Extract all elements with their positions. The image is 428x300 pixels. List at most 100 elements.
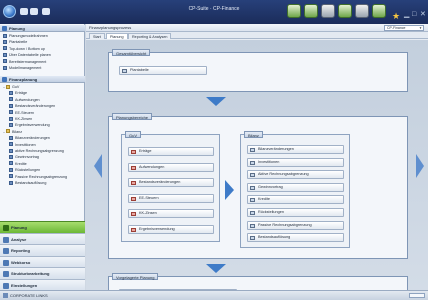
flow-arrow-down-2 bbox=[206, 264, 226, 273]
tree-item[interactable]: Gewinnvortrag bbox=[9, 154, 89, 160]
nav-button-reporting[interactable]: Reporting bbox=[0, 244, 85, 256]
toolbar-settings-icon[interactable] bbox=[321, 4, 335, 18]
toolbar-green-icon-1[interactable] bbox=[287, 4, 301, 18]
tree-item[interactable]: Passive Rechnungsabgrenzung bbox=[9, 174, 89, 180]
bilanz-item-button[interactable]: Bilanzveränderungen bbox=[247, 145, 344, 154]
folder-icon bbox=[6, 84, 10, 89]
process-header: Finanzplanungsprozess CP-Finance ▼ bbox=[86, 24, 428, 32]
bilanz-item-button[interactable]: Rückstellungen bbox=[247, 208, 344, 217]
bilanz-item-button[interactable]: Bestandsauflösung bbox=[247, 233, 344, 243]
document-icon bbox=[9, 97, 13, 102]
bilanz-item-button[interactable]: Aktive Rechnungsabgrenzung bbox=[247, 170, 344, 180]
favorites-star-icon[interactable]: ★ bbox=[392, 11, 400, 22]
status-bar: CORPORATE LINKS bbox=[0, 290, 428, 300]
tree-item[interactable]: Aufwendungen bbox=[9, 97, 89, 103]
tree-folder[interactable]: – Bilanz bbox=[3, 129, 83, 135]
document-icon bbox=[9, 148, 13, 153]
tree-item-label: Erträge bbox=[15, 91, 28, 96]
next-page-arrow-icon[interactable] bbox=[416, 154, 424, 178]
toolbar-green-icon-2[interactable] bbox=[304, 4, 318, 18]
nav-button-planung[interactable]: Planung bbox=[0, 221, 85, 233]
section-header-planning[interactable]: Planung bbox=[0, 25, 85, 32]
tree-item-label: aktive Rechnungsabgrenzung bbox=[15, 149, 64, 153]
status-text: CORPORATE LINKS bbox=[10, 293, 48, 298]
process-title: Finanzplanungsprozess bbox=[89, 25, 132, 30]
tab-start[interactable]: Start bbox=[89, 33, 105, 39]
document-icon bbox=[9, 167, 13, 172]
subgroup-bilanz: Bilanz Bilanzveränderungen Investitionen A… bbox=[240, 131, 350, 248]
guv-item-button[interactable]: EE-Steuern bbox=[128, 193, 214, 203]
document-icon bbox=[9, 110, 13, 115]
module-select[interactable]: CP-Finance ▼ bbox=[384, 25, 424, 31]
nav-button-label: Strukturbearbeitung bbox=[11, 271, 50, 276]
tree-item[interactable]: Bestandsauflösung bbox=[9, 180, 89, 186]
tree-item[interactable]: Top-down / Bottom up bbox=[3, 46, 83, 52]
tree-folder[interactable]: – GuV bbox=[3, 84, 83, 90]
bilanz-item-icon bbox=[250, 173, 255, 178]
nav-button-webkorso[interactable]: Webkorso bbox=[0, 255, 85, 268]
document-icon bbox=[9, 154, 13, 159]
guv-item-icon bbox=[131, 181, 136, 185]
tab-planning[interactable]: Planung bbox=[106, 33, 128, 39]
tree-item[interactable]: Ergebnisverwendung bbox=[9, 122, 89, 128]
nav-button-label: Einstellungen bbox=[11, 282, 38, 288]
guv-item-button[interactable]: KK-Zinsen bbox=[128, 209, 214, 218]
maximize-icon[interactable]: □ bbox=[412, 11, 416, 18]
document-icon bbox=[9, 180, 13, 185]
tree-item[interactable]: aktive Rechnungsabgrenzung bbox=[9, 148, 89, 154]
minimize-icon[interactable]: ▁ bbox=[404, 11, 409, 18]
guv-item-icon bbox=[131, 165, 136, 170]
toolbar-green-icon-3[interactable] bbox=[338, 4, 352, 18]
bilanz-item-icon bbox=[250, 160, 255, 165]
tree-item-label: Planungsmodellrahmen bbox=[9, 34, 48, 38]
finance-section-icon bbox=[2, 77, 7, 82]
tree-item[interactable]: Rückstellungen bbox=[9, 167, 89, 173]
tree-item-label: Bilanz bbox=[12, 129, 23, 134]
tree-item-label: Ergebnisverwendung bbox=[15, 123, 50, 128]
section-header-financeplanning[interactable]: Finanzplanung bbox=[0, 76, 85, 83]
toolbar-green-icon-4[interactable] bbox=[372, 4, 386, 18]
plantabelle-button[interactable]: Plantabelle bbox=[119, 66, 207, 75]
left-navigation-panel: Planung Planungsmodellrahmen Plantabelle T… bbox=[0, 24, 85, 291]
close-icon[interactable]: ✕ bbox=[420, 11, 426, 18]
guv-item-button[interactable]: Aufwendungen bbox=[128, 162, 214, 172]
tree-item[interactable]: Planungsmodellrahmen bbox=[3, 33, 83, 39]
tree-item[interactable]: Investitionen bbox=[9, 142, 89, 148]
nav-button-einstellungen[interactable]: Einstellungen bbox=[0, 278, 85, 291]
tree-item[interactable]: Erträge bbox=[9, 90, 89, 96]
bilanz-item-button[interactable]: Gewinnvortrag bbox=[247, 182, 344, 192]
guv-item-button[interactable]: Ergebnisverwendung bbox=[128, 224, 214, 234]
document-icon bbox=[9, 142, 13, 147]
tree-item[interactable]: Bestandsveränderungen bbox=[9, 103, 89, 109]
zoom-control[interactable] bbox=[409, 293, 425, 298]
tree-item[interactable]: KK-Zinsen bbox=[9, 116, 89, 122]
document-icon bbox=[9, 161, 13, 166]
tree-item[interactable]: EE-Steuern bbox=[9, 110, 89, 116]
tab-reporting[interactable]: Reporting & Analysen bbox=[128, 33, 172, 39]
tree-item[interactable]: Bereitstermanagement bbox=[3, 59, 83, 65]
guv-item-button[interactable]: Erträge bbox=[128, 147, 214, 156]
tree-item[interactable]: Kredite bbox=[9, 161, 89, 167]
tree-item[interactable]: Über Datentabelle planen bbox=[3, 52, 83, 58]
status-icon bbox=[3, 293, 8, 298]
process-canvas: Gesamtübersicht Plantabelle Planungsbere… bbox=[86, 40, 428, 300]
nav-button-label: Webkorso bbox=[11, 259, 31, 265]
tree-item-label: Bestandsauflösung bbox=[15, 181, 47, 185]
bilanz-item-button[interactable]: Investitionen bbox=[247, 157, 344, 167]
previous-page-arrow-icon[interactable] bbox=[94, 154, 102, 178]
document-icon bbox=[9, 116, 13, 121]
document-icon bbox=[3, 46, 7, 51]
bilanz-item-button[interactable]: Passive Rechnungsabgrenzung bbox=[247, 220, 344, 230]
bilanz-item-button[interactable]: Kredite bbox=[247, 195, 344, 205]
group-planning-areas: Planungsbereiche GuV Erträge Aufwendungen… bbox=[108, 113, 408, 259]
tree-item[interactable]: Bilanzveränderungen bbox=[9, 135, 89, 141]
nav-einstellungen-icon bbox=[3, 282, 9, 289]
nav-button-strukturbearbeitung[interactable]: Strukturbearbeitung bbox=[0, 267, 85, 279]
bilanz-item-label: Kredite bbox=[258, 197, 271, 202]
tree-item[interactable]: Modellmanagement bbox=[3, 65, 83, 71]
toolbar-grid-icon[interactable] bbox=[355, 4, 369, 18]
tree-item[interactable]: Plantabelle bbox=[3, 39, 83, 45]
nav-button-analyse[interactable]: Analyse bbox=[0, 232, 85, 245]
planning-section-icon bbox=[2, 26, 7, 31]
guv-item-button[interactable]: Bestandsveränderungen bbox=[128, 178, 214, 187]
